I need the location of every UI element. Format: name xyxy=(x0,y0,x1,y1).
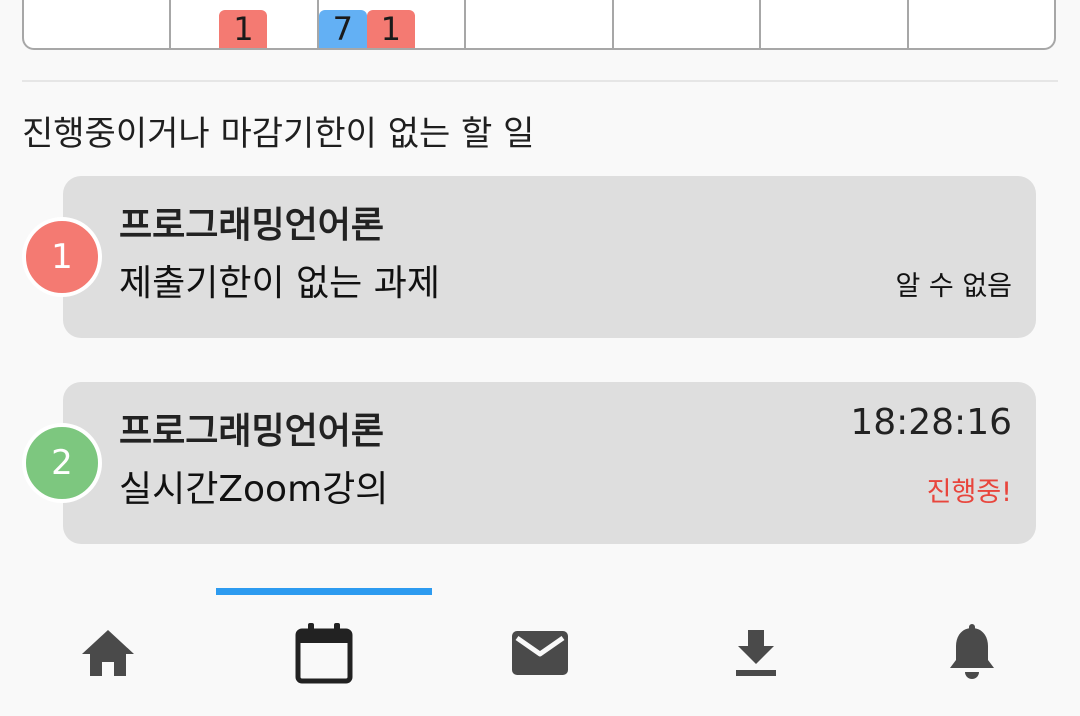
calendar-badges: 1 xyxy=(219,10,268,48)
calendar-badges: 7 1 xyxy=(318,10,415,48)
calendar-day-cell[interactable] xyxy=(761,0,909,48)
calendar-week-row: 1 7 1 xyxy=(22,0,1056,50)
task-count-badge: 1 xyxy=(219,10,268,48)
task-title: 제출기한이 없는 과제 xyxy=(119,263,440,304)
home-icon xyxy=(82,629,134,676)
section-title: 진행중이거나 마감기한이 없는 할 일 xyxy=(22,114,535,154)
nav-messages[interactable] xyxy=(432,595,648,716)
task-status: 알 수 없음 xyxy=(895,271,1012,302)
task-card[interactable]: 프로그래밍언어론 제출기한이 없는 과제 알 수 없음 xyxy=(63,176,1036,338)
nav-notifications[interactable] xyxy=(864,595,1080,716)
task-number-badge: 1 xyxy=(22,217,102,297)
nav-calendar[interactable] xyxy=(216,595,432,716)
task-count-badge: 1 xyxy=(366,10,415,48)
mail-icon xyxy=(512,630,568,675)
page: 1 7 1 진행중이거나 마감기한이 없는 할 일 프로그래밍언어론 제출기한이… xyxy=(0,0,1080,716)
calendar-day-cell[interactable] xyxy=(909,0,1054,48)
lecture-count-badge: 7 xyxy=(318,10,367,48)
nav-downloads[interactable] xyxy=(648,595,864,716)
calendar-day-cell[interactable]: 7 1 xyxy=(318,0,467,48)
calendar-day-cell[interactable] xyxy=(24,0,172,48)
calendar-day-cell[interactable]: 1 xyxy=(171,0,319,48)
task-course: 프로그래밍언어론 xyxy=(119,205,384,246)
task-status: 진행중! xyxy=(926,477,1012,508)
active-tab-indicator xyxy=(216,588,432,595)
task-number-badge: 2 xyxy=(22,423,102,503)
bell-icon xyxy=(950,623,994,679)
task-remaining-time: 18:28:16 xyxy=(850,402,1012,443)
calendar-day-cell[interactable] xyxy=(614,0,762,48)
section-divider xyxy=(22,80,1058,82)
calendar-icon xyxy=(295,622,353,683)
bottom-navigation xyxy=(0,595,1080,716)
task-title: 실시간Zoom강의 xyxy=(119,469,389,510)
task-course: 프로그래밍언어론 xyxy=(119,411,384,452)
nav-home[interactable] xyxy=(0,595,216,716)
calendar-day-cell[interactable] xyxy=(466,0,614,48)
download-icon xyxy=(736,629,776,676)
task-card[interactable]: 프로그래밍언어론 18:28:16 실시간Zoom강의 진행중! xyxy=(63,382,1036,544)
